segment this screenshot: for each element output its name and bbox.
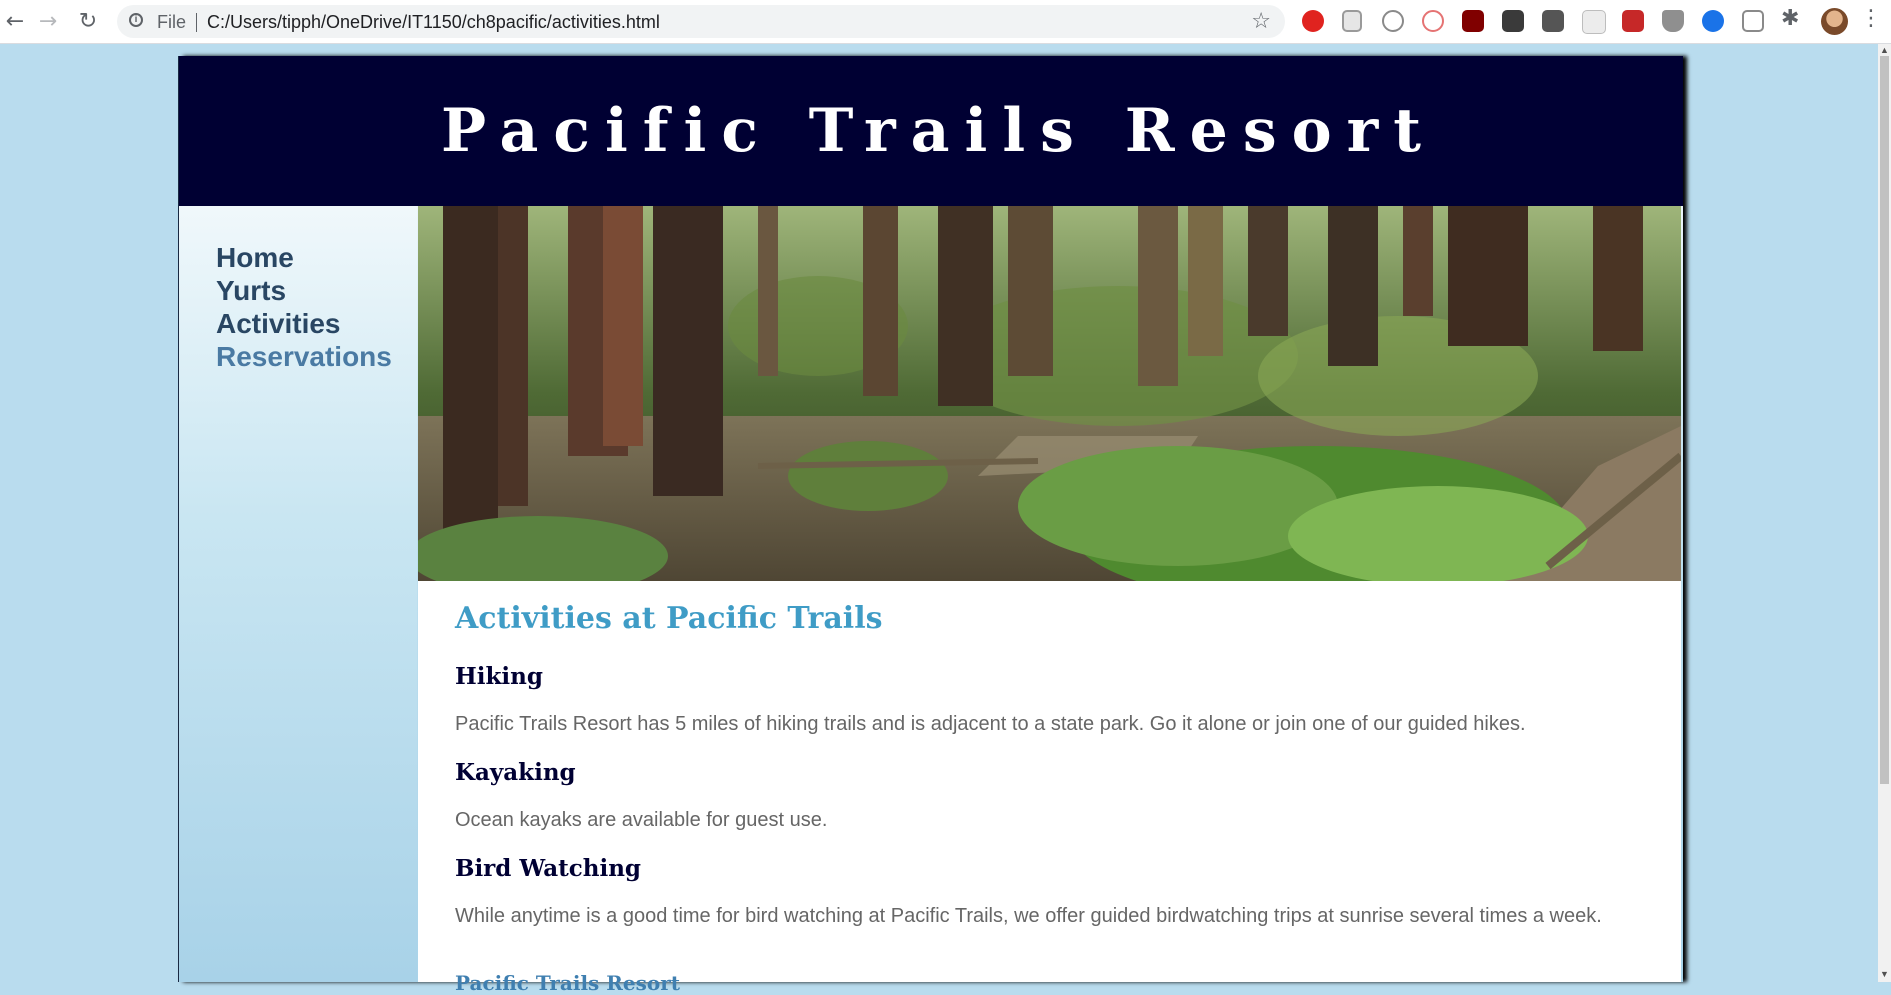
nav-link-activities[interactable]: Activities	[216, 308, 341, 339]
reload-icon[interactable]: ↻	[73, 6, 103, 36]
page-wrapper: Pacific Trails Resort Home Yurts Activit…	[179, 56, 1683, 995]
skype-extension-icon[interactable]	[1382, 10, 1404, 32]
extensions-puzzle-icon[interactable]: ✱	[1781, 6, 1799, 31]
mcafee-extension-icon[interactable]	[1622, 10, 1644, 32]
divider	[196, 13, 197, 32]
footer-partial: Pacific Trails Resort	[455, 971, 680, 995]
scroll-up-icon[interactable]: ▲	[1880, 45, 1889, 55]
back-icon[interactable]: ←	[0, 6, 30, 36]
scrollbar-thumb[interactable]	[1880, 56, 1889, 784]
address-bar[interactable]: i File C:/Users/tipph/OneDrive/IT1150/ch…	[117, 5, 1285, 38]
scroll-down-icon[interactable]: ▼	[1880, 969, 1889, 979]
cast-extension-icon[interactable]	[1742, 10, 1764, 32]
section-text-bird-watching: While anytime is a good time for bird wa…	[455, 905, 1602, 927]
main-content: Activities at Pacific Trails Hiking Paci…	[418, 581, 1681, 995]
at-extension-icon[interactable]	[1702, 10, 1724, 32]
note-extension-icon[interactable]	[1582, 10, 1606, 34]
site-title: Pacific Trails Resort	[441, 96, 1436, 166]
section-text-hiking: Pacific Trails Resort has 5 miles of hik…	[455, 713, 1526, 735]
browser-menu-icon[interactable]: ⋮	[1860, 6, 1882, 31]
site-header: Pacific Trails Resort	[179, 56, 1683, 206]
opera-extension-icon[interactable]	[1302, 10, 1324, 32]
forest-hero-image	[418, 206, 1681, 581]
forward-icon[interactable]: →	[33, 6, 63, 36]
page-scrollbar[interactable]: ▲ ▼	[1878, 44, 1891, 982]
url-text[interactable]: C:/Users/tipph/OneDrive/IT1150/ch8pacifi…	[207, 12, 660, 33]
section-title-bird-watching: Bird Watching	[455, 855, 642, 882]
site-nav: Home Yurts Activities Reservations	[179, 206, 417, 982]
ublock-extension-icon[interactable]	[1462, 10, 1484, 32]
section-title-kayaking: Kayaking	[455, 759, 576, 786]
scheme-label: File	[157, 12, 187, 32]
key-extension-icon[interactable]	[1542, 10, 1564, 32]
profile-avatar[interactable]	[1821, 8, 1848, 35]
nav-link-reservations[interactable]: Reservations	[216, 341, 392, 372]
blocker-extension-icon[interactable]	[1422, 10, 1444, 32]
page-heading: Activities at Pacific Trails	[455, 601, 883, 636]
image-extension-icon[interactable]	[1502, 10, 1524, 32]
shield-extension-icon[interactable]	[1342, 10, 1362, 32]
section-text-kayaking: Ocean kayaks are available for guest use…	[455, 809, 828, 831]
section-title-hiking: Hiking	[455, 663, 543, 690]
nav-link-yurts[interactable]: Yurts	[216, 275, 286, 306]
nav-link-home[interactable]: Home	[216, 242, 294, 273]
bookmark-star-icon[interactable]: ☆	[1251, 9, 1271, 34]
browser-toolbar: ← → ↻ i File C:/Users/tipph/OneDrive/IT1…	[0, 0, 1891, 44]
drive-extension-icon[interactable]	[1662, 10, 1684, 32]
info-icon[interactable]: i	[129, 13, 143, 27]
